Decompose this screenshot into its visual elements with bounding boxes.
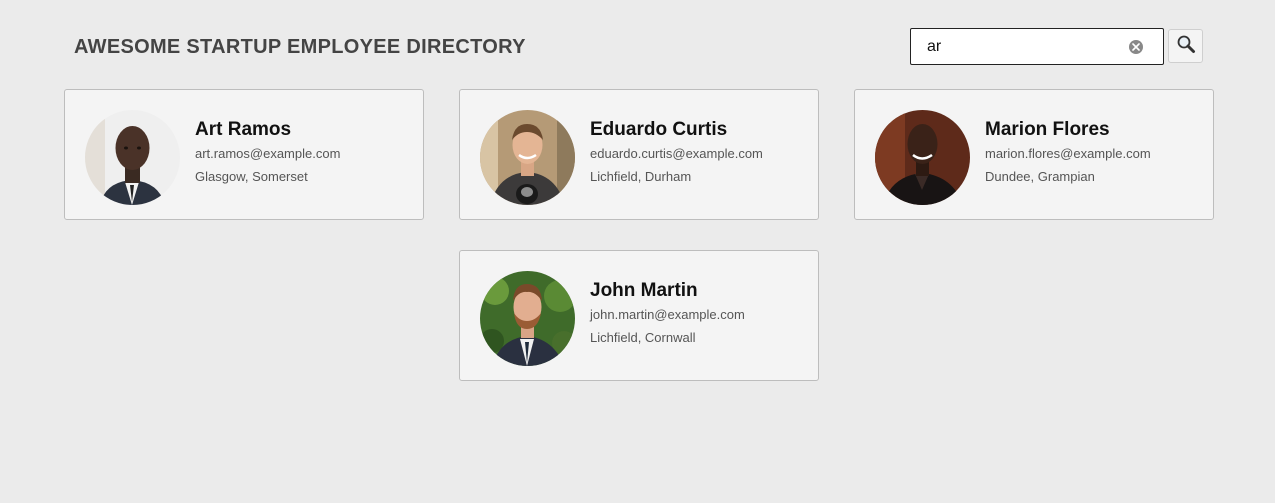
employee-location: Lichfield, Durham bbox=[590, 169, 692, 184]
employee-name: Art Ramos bbox=[195, 119, 292, 140]
employee-location: Dundee, Grampian bbox=[985, 169, 1095, 184]
employee-card[interactable]: Art Ramos art.ramos@example.com Glasgow,… bbox=[64, 89, 424, 220]
avatar bbox=[480, 271, 575, 366]
search-input[interactable] bbox=[911, 29, 1163, 64]
avatar bbox=[480, 110, 575, 205]
employee-location: Lichfield, Cornwall bbox=[590, 330, 696, 345]
clear-search-icon[interactable] bbox=[1129, 40, 1143, 54]
magnifier-icon bbox=[1176, 34, 1196, 59]
avatar bbox=[875, 110, 970, 205]
employee-card[interactable]: Marion Flores marion.flores@example.com … bbox=[854, 89, 1214, 220]
employee-email: marion.flores@example.com bbox=[985, 146, 1151, 161]
employee-card[interactable]: Eduardo Curtis eduardo.curtis@example.co… bbox=[459, 89, 819, 220]
employee-email: eduardo.curtis@example.com bbox=[590, 146, 763, 161]
employee-name: Marion Flores bbox=[985, 119, 1110, 140]
search-box[interactable] bbox=[910, 28, 1164, 65]
employee-email: john.martin@example.com bbox=[590, 307, 745, 322]
employee-name: Eduardo Curtis bbox=[590, 119, 728, 140]
employee-email: art.ramos@example.com bbox=[195, 146, 341, 161]
employee-location: Glasgow, Somerset bbox=[195, 169, 308, 184]
page-title: AWESOME STARTUP EMPLOYEE DIRECTORY bbox=[74, 36, 526, 58]
employee-name: John Martin bbox=[590, 280, 698, 301]
search-button[interactable] bbox=[1168, 29, 1203, 63]
employee-card[interactable]: John Martin john.martin@example.com Lich… bbox=[459, 250, 819, 381]
avatar bbox=[85, 110, 180, 205]
